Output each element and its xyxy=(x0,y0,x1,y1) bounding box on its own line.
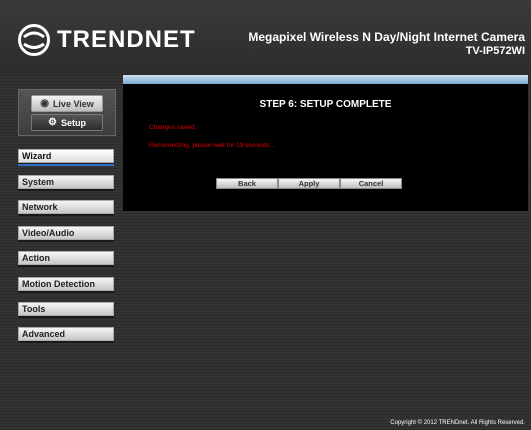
live-view-button[interactable]: ◉ Live View xyxy=(31,95,103,112)
nav-advanced[interactable]: Advanced xyxy=(18,327,114,341)
nav-video-audio[interactable]: Video/Audio xyxy=(18,226,114,240)
wizard-actions: Back Apply Cancel xyxy=(216,178,402,189)
nav-wizard[interactable]: Wizard xyxy=(18,149,114,166)
live-view-label: Live View xyxy=(52,98,94,109)
nav-tools[interactable]: Tools xyxy=(18,302,114,316)
header: TRENDNET Megapixel Wireless N Day/Night … xyxy=(0,0,531,75)
wizard-panel: STEP 6: SETUP COMPLETE Changes saved. Re… xyxy=(123,84,528,211)
product-model: TV-IP572WI xyxy=(465,45,525,57)
nav-system[interactable]: System xyxy=(18,175,114,189)
nav-motion-detection[interactable]: Motion Detection xyxy=(18,277,114,291)
view-mode-panel: ◉ Live View ⚙ Setup xyxy=(18,89,116,136)
copyright-text: Copyright © 2012 TRENDnet. All Rights Re… xyxy=(390,420,525,426)
setup-label: Setup xyxy=(60,117,86,128)
camera-icon: ◉ xyxy=(40,97,49,109)
nav-network[interactable]: Network xyxy=(18,200,114,214)
setup-button[interactable]: ⚙ Setup xyxy=(31,114,103,131)
product-info: Megapixel Wireless N Day/Night Internet … xyxy=(248,30,525,57)
cancel-button[interactable]: Cancel xyxy=(340,178,402,189)
page: TRENDNET Megapixel Wireless N Day/Night … xyxy=(0,0,531,430)
product-title: Megapixel Wireless N Day/Night Internet … xyxy=(248,30,525,44)
nav-action[interactable]: Action xyxy=(18,251,114,265)
step-title: STEP 6: SETUP COMPLETE xyxy=(259,99,392,110)
logo-text: TRENDNET xyxy=(57,26,196,53)
trendnet-logo: TRENDNET xyxy=(18,24,196,56)
reconnecting-message: Reconnecting, please wait for 19 seconds… xyxy=(149,142,275,149)
back-button[interactable]: Back xyxy=(216,178,278,189)
logo-icon xyxy=(18,24,50,56)
apply-button[interactable]: Apply xyxy=(278,178,340,189)
content-top-bar xyxy=(123,75,528,84)
changes-saved-message: Changes saved. xyxy=(149,124,196,131)
gear-icon: ⚙ xyxy=(48,116,57,128)
